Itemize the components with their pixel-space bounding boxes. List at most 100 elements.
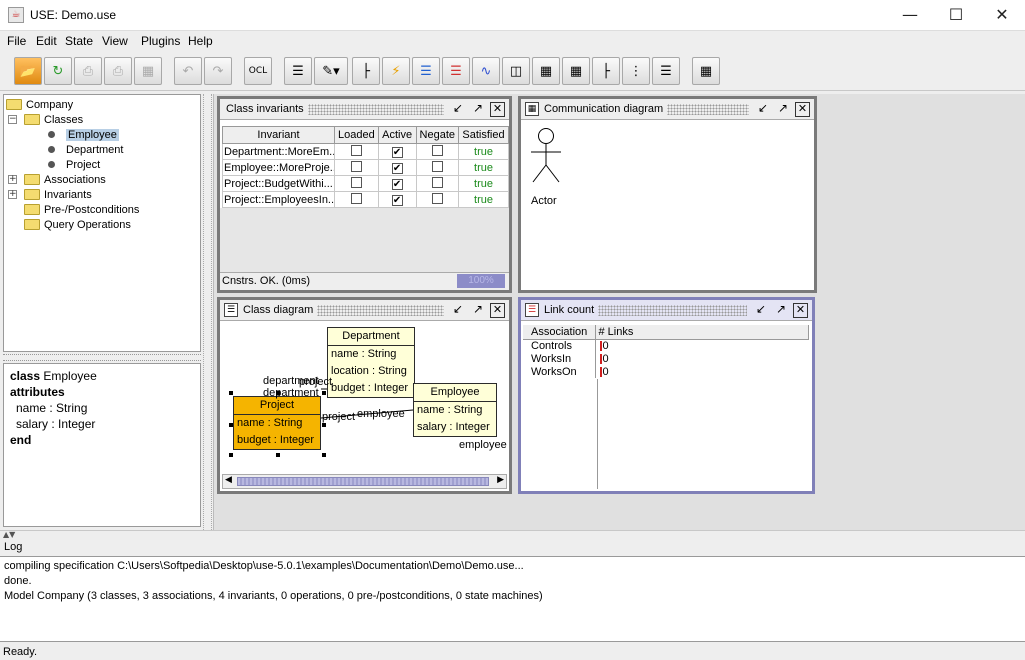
tree-item-prepost[interactable]: Pre-/Postconditions (24, 202, 139, 217)
tree-item-class[interactable]: Project (48, 157, 100, 172)
menu-file[interactable]: File (7, 34, 26, 48)
close-icon[interactable]: ✕ (793, 302, 808, 318)
tree-item-queries[interactable]: Query Operations (24, 217, 131, 232)
scrollbar-thumb[interactable] (237, 477, 489, 486)
menu-help[interactable]: Help (188, 34, 213, 48)
tree-item-associations[interactable]: Associations (24, 172, 106, 187)
menu-plugins[interactable]: Plugins (141, 34, 180, 48)
table-row[interactable]: Controls 0 (523, 339, 809, 352)
maximize-button[interactable]: ☐ (933, 0, 979, 31)
red-bars-icon[interactable]: ☰ (442, 57, 470, 85)
maximize-icon[interactable]: ↗ (775, 101, 791, 117)
window-header[interactable]: ☰ Link count ↙ ↗ ✕ (521, 300, 812, 321)
class-info-icon[interactable]: ☰ (284, 57, 312, 85)
column-header[interactable]: Loaded (334, 126, 379, 144)
column-header[interactable]: Negate (415, 126, 460, 144)
minimize-icon[interactable]: ↙ (450, 101, 466, 117)
collapse-icon[interactable]: − (8, 115, 17, 124)
active-checkbox[interactable]: ✔ (391, 146, 403, 158)
active-checkbox[interactable]: ✔ (391, 178, 403, 190)
redo-icon[interactable]: ↷ (204, 57, 232, 85)
selection-handle[interactable] (229, 453, 233, 457)
menu-state[interactable]: State (65, 34, 93, 48)
reload-icon[interactable]: ↻ (44, 57, 72, 85)
tree-root[interactable]: Company (6, 97, 73, 112)
table-row[interactable]: Department::MoreEm... ✔ true (222, 143, 509, 160)
horizontal-scrollbar[interactable]: ◀ ▶ (222, 474, 507, 489)
window-icon[interactable]: ◫ (502, 57, 530, 85)
blue-bars-icon[interactable]: ☰ (412, 57, 440, 85)
column-header[interactable]: Active (377, 126, 417, 144)
maximize-icon[interactable]: ↗ (470, 101, 486, 117)
print-icon[interactable]: ⎙ (74, 57, 102, 85)
tree-item-invariants[interactable]: Invariants (24, 187, 92, 202)
sequence-icon[interactable]: ⋮ (622, 57, 650, 85)
class-box-department[interactable]: Department name : String location : Stri… (327, 327, 415, 398)
grid-icon[interactable]: ▦ (692, 57, 720, 85)
lightning-icon[interactable]: ⚡ (382, 57, 410, 85)
loaded-checkbox[interactable] (350, 192, 362, 204)
expand-icon[interactable]: + (8, 175, 17, 184)
negate-checkbox[interactable] (431, 160, 443, 172)
table-row[interactable]: WorksIn 0 (523, 352, 809, 365)
column-header[interactable]: # Links (595, 325, 809, 340)
minimize-button[interactable]: — (887, 0, 933, 31)
undo-icon[interactable]: ↶ (174, 57, 202, 85)
selection-handle[interactable] (322, 453, 326, 457)
left-splitter[interactable] (3, 354, 201, 361)
log-splitter[interactable]: ▲▼ (0, 530, 1025, 539)
open-folder-icon[interactable]: 📂 (14, 57, 42, 85)
selection-handle[interactable] (229, 391, 233, 395)
negate-checkbox[interactable] (431, 144, 443, 156)
tree-item-classes[interactable]: Classes (24, 112, 83, 127)
tree-icon[interactable]: ├ (352, 57, 380, 85)
expand-icon[interactable]: + (8, 190, 17, 199)
column-header[interactable]: Satisfied (458, 126, 509, 144)
tree-item-class[interactable]: Department (48, 142, 123, 157)
log-panel[interactable]: compiling specification C:\Users\Softped… (0, 556, 1025, 642)
tree-item-class[interactable]: Employee (48, 127, 119, 142)
selection-handle[interactable] (276, 453, 280, 457)
active-checkbox[interactable]: ✔ (391, 162, 403, 174)
print-view-icon[interactable]: ⎙ (104, 57, 132, 85)
minimize-icon[interactable]: ↙ (755, 101, 771, 117)
maximize-icon[interactable]: ↗ (773, 302, 789, 318)
close-icon[interactable]: ✕ (490, 101, 505, 117)
window-header[interactable]: Class invariants ↙ ↗ ✕ (220, 99, 509, 120)
selection-handle[interactable] (322, 423, 326, 427)
menu-view[interactable]: View (102, 34, 128, 48)
export-icon[interactable]: ▦ (134, 57, 162, 85)
active-checkbox[interactable]: ✔ (391, 194, 403, 206)
table-icon[interactable]: ▦ (532, 57, 560, 85)
table-row[interactable]: Project::EmployeesIn... ✔ true (222, 191, 509, 208)
list-icon[interactable]: ☰ (652, 57, 680, 85)
line-chart-icon[interactable]: ∿ (472, 57, 500, 85)
selection-handle[interactable] (322, 391, 326, 395)
negate-checkbox[interactable] (431, 176, 443, 188)
class-box-employee[interactable]: Employee name : String salary : Integer (413, 383, 497, 437)
selection-handle[interactable] (229, 423, 233, 427)
table-row[interactable]: WorksOn 0 (523, 365, 809, 378)
vertical-splitter[interactable] (203, 94, 212, 530)
loaded-checkbox[interactable] (350, 176, 362, 188)
scroll-left-icon[interactable]: ◀ (225, 475, 232, 485)
hierarchy-icon[interactable]: ├ (592, 57, 620, 85)
window-header[interactable]: ▦ Communication diagram ↙ ↗ ✕ (521, 99, 814, 120)
table-row[interactable]: Employee::MoreProje... ✔ true (222, 159, 509, 176)
ocl-button[interactable]: OCL (244, 57, 272, 85)
scroll-right-icon[interactable]: ▶ (497, 475, 504, 485)
table-row[interactable]: Project::BudgetWithi... ✔ true (222, 175, 509, 192)
column-header[interactable]: Association (523, 325, 596, 340)
close-icon[interactable]: ✕ (795, 101, 810, 117)
create-object-icon[interactable]: ✎▾ (314, 57, 348, 85)
diagram-icon[interactable]: ▦ (562, 57, 590, 85)
column-header[interactable]: Invariant (222, 126, 335, 144)
negate-checkbox[interactable] (431, 192, 443, 204)
close-button[interactable]: ✕ (979, 0, 1025, 31)
minimize-icon[interactable]: ↙ (753, 302, 769, 318)
loaded-checkbox[interactable] (350, 160, 362, 172)
actor-figure[interactable] (526, 127, 566, 185)
loaded-checkbox[interactable] (350, 144, 362, 156)
menu-edit[interactable]: Edit (36, 34, 57, 48)
class-box-project[interactable]: Project name : String budget : Integer (233, 396, 321, 450)
